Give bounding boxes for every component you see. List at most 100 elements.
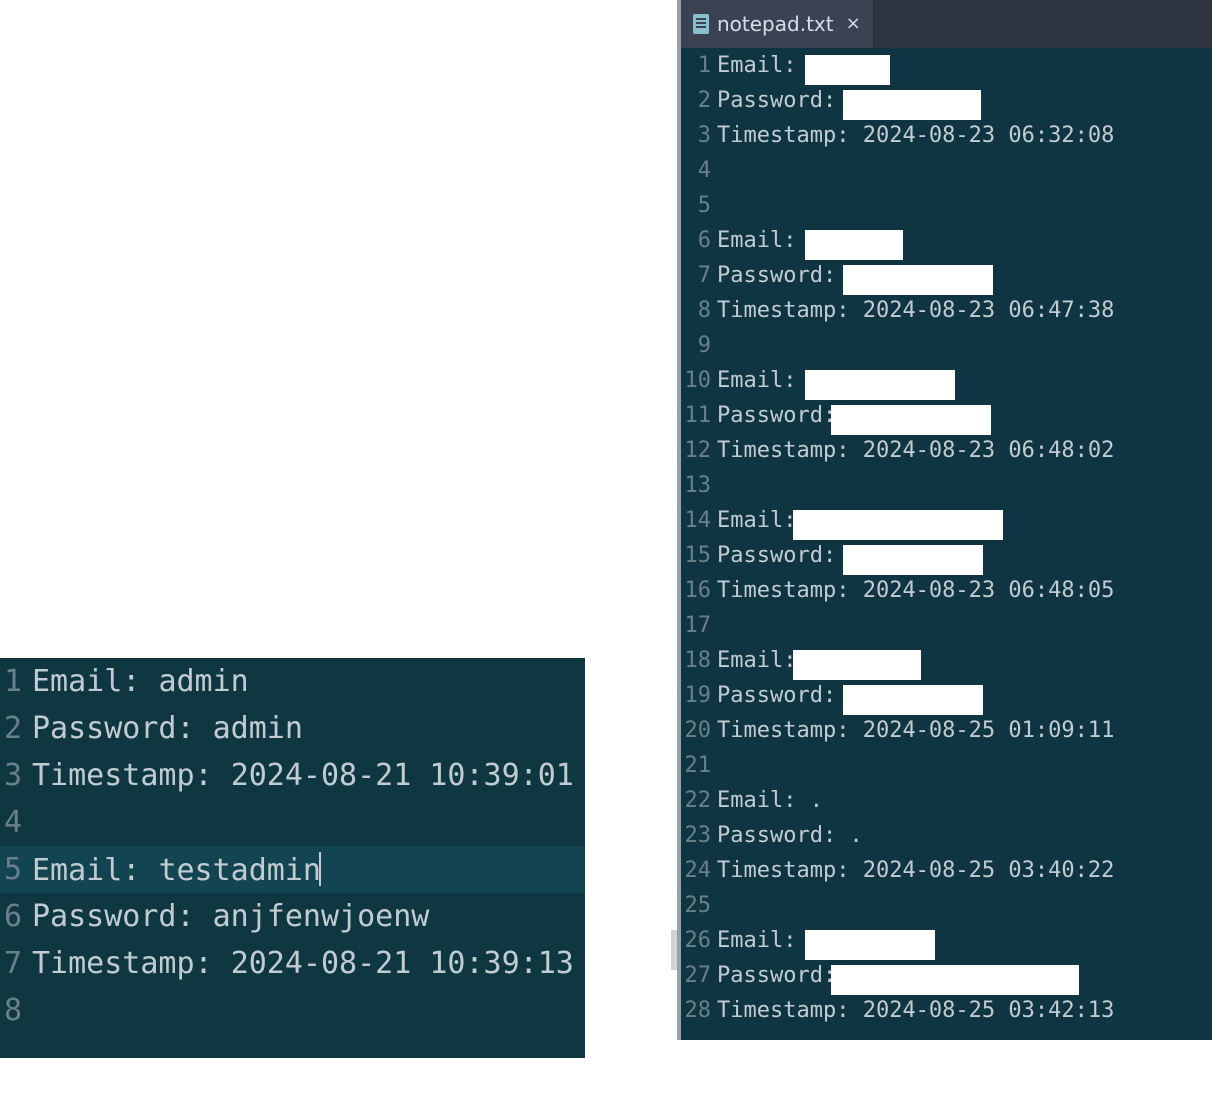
line-content[interactable]: Email:	[717, 508, 1212, 533]
code-line[interactable]: 6Email:	[681, 223, 1212, 258]
code-line[interactable]: 13	[681, 468, 1212, 503]
line-content[interactable]: Email: testadmin	[26, 852, 585, 888]
code-line[interactable]: 3Timestamp: 2024-08-23 06:32:08	[681, 118, 1212, 153]
line-content[interactable]: Email:	[717, 648, 1212, 673]
line-content[interactable]: Password: anjfenwjoenw	[26, 899, 585, 934]
line-number: 12	[681, 438, 717, 463]
field-label: Email:	[717, 788, 810, 813]
line-number: 2	[0, 711, 26, 746]
field-value: 2024-08-25 01:09:11	[863, 718, 1115, 743]
line-content[interactable]: Timestamp: 2024-08-21 10:39:13	[26, 946, 585, 981]
line-number: 27	[681, 963, 717, 988]
line-content[interactable]: Email:	[717, 368, 1212, 393]
line-content[interactable]: Password: admin	[26, 711, 585, 746]
close-icon[interactable]: ×	[846, 15, 861, 33]
field-label: Email:	[717, 648, 796, 673]
code-line[interactable]: 7Password:	[681, 258, 1212, 293]
field-label: Email:	[32, 664, 158, 699]
line-content[interactable]: Timestamp: 2024-08-21 10:39:01	[26, 758, 585, 793]
code-line[interactable]: 21	[681, 748, 1212, 783]
field-value: 2024-08-25 03:42:13	[863, 998, 1115, 1023]
code-line[interactable]: 3Timestamp: 2024-08-21 10:39:01	[0, 752, 585, 799]
line-content[interactable]: Email: admin	[26, 664, 585, 699]
code-line[interactable]: 16Timestamp: 2024-08-23 06:48:05	[681, 573, 1212, 608]
code-line[interactable]: 27Password:	[681, 958, 1212, 993]
code-line[interactable]: 7Timestamp: 2024-08-21 10:39:13	[0, 940, 585, 987]
line-number: 24	[681, 858, 717, 883]
field-label: Password:	[717, 403, 836, 428]
line-content[interactable]: Email:	[717, 53, 1212, 78]
line-content[interactable]: Timestamp: 2024-08-25 03:40:22	[717, 858, 1212, 883]
code-line[interactable]: 17	[681, 608, 1212, 643]
code-line[interactable]: 9	[681, 328, 1212, 363]
code-line[interactable]: 2Password: admin	[0, 705, 585, 752]
code-line[interactable]: 14Email:	[681, 503, 1212, 538]
code-line[interactable]: 10Email:	[681, 363, 1212, 398]
field-label: Password:	[717, 263, 849, 288]
code-line[interactable]: 8Timestamp: 2024-08-23 06:47:38	[681, 293, 1212, 328]
line-content[interactable]: Timestamp: 2024-08-23 06:32:08	[717, 123, 1212, 148]
code-line[interactable]: 19Password:	[681, 678, 1212, 713]
redaction-box	[831, 405, 991, 435]
redaction-box	[793, 510, 1003, 540]
line-number: 3	[681, 123, 717, 148]
code-line[interactable]: 5Email: testadmin	[0, 846, 585, 893]
line-content[interactable]: Timestamp: 2024-08-25 03:42:13	[717, 998, 1212, 1023]
line-content[interactable]: Timestamp: 2024-08-25 01:09:11	[717, 718, 1212, 743]
code-line[interactable]: 4	[681, 153, 1212, 188]
code-line[interactable]: 18Email:	[681, 643, 1212, 678]
field-value: 2024-08-23 06:32:08	[863, 123, 1115, 148]
field-label: Password:	[32, 899, 213, 934]
line-content[interactable]: Password:	[717, 683, 1212, 708]
line-content[interactable]: Email:	[717, 928, 1212, 953]
line-content[interactable]: Password:	[717, 88, 1212, 113]
code-line[interactable]: 6Password: anjfenwjoenw	[0, 893, 585, 940]
code-area-left[interactable]: 1Email: admin2Password: admin3Timestamp:…	[0, 658, 585, 1034]
line-content[interactable]: Timestamp: 2024-08-23 06:47:38	[717, 298, 1212, 323]
tab-notepad[interactable]: notepad.txt ×	[681, 0, 874, 48]
code-line[interactable]: 28Timestamp: 2024-08-25 03:42:13	[681, 993, 1212, 1028]
code-line[interactable]: 20Timestamp: 2024-08-25 01:09:11	[681, 713, 1212, 748]
code-area-right[interactable]: 1Email: 2Password: 3Timestamp: 2024-08-2…	[681, 48, 1212, 1028]
line-number: 14	[681, 508, 717, 533]
code-line[interactable]: 2Password:	[681, 83, 1212, 118]
line-content[interactable]: Password: .	[717, 823, 1212, 848]
code-line[interactable]: 12Timestamp: 2024-08-23 06:48:02	[681, 433, 1212, 468]
line-content[interactable]: Password:	[717, 543, 1212, 568]
code-line[interactable]: 5	[681, 188, 1212, 223]
line-content[interactable]: Timestamp: 2024-08-23 06:48:05	[717, 578, 1212, 603]
field-label: Email:	[717, 928, 810, 953]
code-line[interactable]: 25	[681, 888, 1212, 923]
field-label: Timestamp:	[717, 998, 863, 1023]
code-line[interactable]: 15Password:	[681, 538, 1212, 573]
field-label: Timestamp:	[717, 578, 863, 603]
redaction-box	[843, 265, 993, 295]
line-content[interactable]: Password:	[717, 403, 1212, 428]
line-number: 17	[681, 613, 717, 638]
line-number: 11	[681, 403, 717, 428]
code-line[interactable]: 11Password:	[681, 398, 1212, 433]
line-number: 15	[681, 543, 717, 568]
field-value: .	[849, 823, 862, 848]
code-line[interactable]: 1Email:	[681, 48, 1212, 83]
code-line[interactable]: 1Email: admin	[0, 658, 585, 705]
line-number: 7	[0, 946, 26, 981]
line-number: 6	[0, 899, 26, 934]
code-line[interactable]: 8	[0, 987, 585, 1034]
field-label: Timestamp:	[32, 946, 231, 981]
line-content[interactable]: Email: .	[717, 788, 1212, 813]
field-label: Timestamp:	[717, 123, 863, 148]
code-line[interactable]: 24Timestamp: 2024-08-25 03:40:22	[681, 853, 1212, 888]
line-content[interactable]: Timestamp: 2024-08-23 06:48:02	[717, 438, 1212, 463]
code-line[interactable]: 22Email: .	[681, 783, 1212, 818]
code-line[interactable]: 23Password: .	[681, 818, 1212, 853]
line-number: 4	[681, 158, 717, 183]
field-label: Password:	[717, 683, 849, 708]
line-content[interactable]: Password:	[717, 963, 1212, 988]
line-content[interactable]: Password:	[717, 263, 1212, 288]
field-label: Timestamp:	[717, 718, 863, 743]
code-line[interactable]: 4	[0, 799, 585, 846]
line-content[interactable]: Email:	[717, 228, 1212, 253]
code-line[interactable]: 26Email:	[681, 923, 1212, 958]
line-number: 6	[681, 228, 717, 253]
